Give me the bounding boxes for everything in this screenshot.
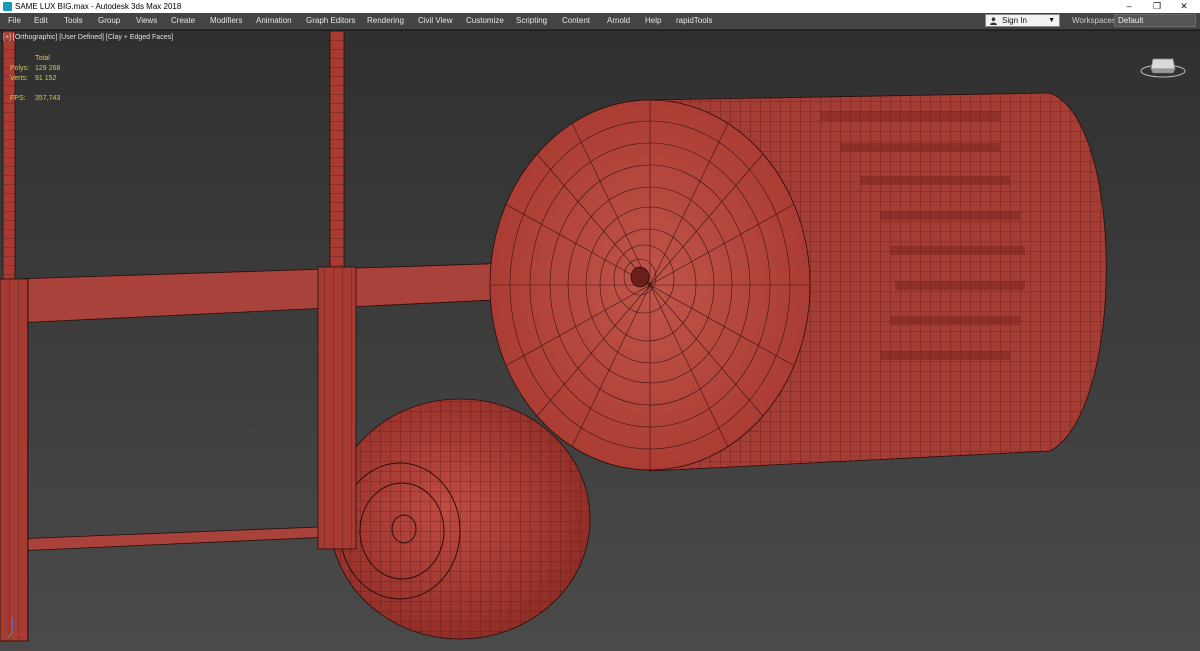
menu-animation[interactable]: Animation bbox=[256, 16, 292, 26]
menu-scripting[interactable]: Scripting bbox=[516, 16, 547, 26]
window-title: SAME LUX BIG.max - Autodesk 3ds Max 2018 bbox=[15, 2, 182, 11]
restore-button[interactable]: ❐ bbox=[1143, 0, 1171, 13]
title-bar: SAME LUX BIG.max - Autodesk 3ds Max 2018… bbox=[0, 0, 1200, 13]
menu-graph-editors[interactable]: Graph Editors bbox=[306, 16, 355, 26]
menu-customize[interactable]: Customize bbox=[466, 16, 504, 26]
menu-arnold[interactable]: Arnold bbox=[607, 16, 630, 26]
workspaces-select[interactable]: Default bbox=[1114, 14, 1196, 27]
polys-value: 129 268 bbox=[35, 65, 61, 72]
menu-group[interactable]: Group bbox=[98, 16, 120, 26]
workspaces-label: Workspaces: bbox=[1072, 16, 1119, 25]
user-icon bbox=[990, 17, 997, 25]
stats-total-header: Total bbox=[35, 55, 50, 62]
menu-tools[interactable]: Tools bbox=[64, 16, 83, 26]
fps-label: FPS: bbox=[10, 95, 26, 102]
viewcube-icon[interactable] bbox=[1140, 53, 1186, 79]
polys-label: Polys: bbox=[10, 65, 30, 72]
viewport-label[interactable]: [+] [Orthographic] [User Defined] [Clay … bbox=[3, 33, 173, 43]
sign-in-label: Sign In bbox=[1002, 16, 1027, 25]
minimize-button[interactable]: – bbox=[1115, 0, 1143, 13]
menu-civil-view[interactable]: Civil View bbox=[418, 16, 453, 26]
menu-edit[interactable]: Edit bbox=[34, 16, 48, 26]
fps-value: 357,743 bbox=[35, 95, 61, 102]
menu-rendering[interactable]: Rendering bbox=[367, 16, 404, 26]
axis-tripod-icon bbox=[7, 617, 25, 639]
perspective-viewport[interactable]: [+] [Orthographic] [User Defined] [Clay … bbox=[0, 30, 1200, 651]
verts-label: Verts: bbox=[10, 75, 28, 82]
menu-bar: File Edit Tools Group Views Create Modif… bbox=[0, 13, 1200, 30]
menu-help[interactable]: Help bbox=[645, 16, 661, 26]
menu-rapidtools[interactable]: rapidTools bbox=[676, 16, 712, 26]
menu-file[interactable]: File bbox=[8, 16, 21, 26]
menu-modifiers[interactable]: Modifiers bbox=[210, 16, 242, 26]
statistics-overlay: Total Polys: 129 268 Verts: 91 152 FPS: 357… bbox=[10, 54, 90, 104]
chevron-down-icon: ▼ bbox=[1048, 17, 1055, 24]
sign-in-dropdown[interactable]: Sign In ▼ bbox=[985, 14, 1060, 27]
close-button[interactable]: ✕ bbox=[1170, 0, 1198, 13]
workspaces-value: Default bbox=[1118, 16, 1144, 25]
scene-render[interactable] bbox=[0, 31, 1200, 651]
menu-content[interactable]: Content bbox=[562, 16, 590, 26]
verts-value: 91 152 bbox=[35, 75, 57, 82]
menu-views[interactable]: Views bbox=[136, 16, 157, 26]
3dsmax-app-icon bbox=[3, 2, 12, 11]
menu-create[interactable]: Create bbox=[171, 16, 195, 26]
